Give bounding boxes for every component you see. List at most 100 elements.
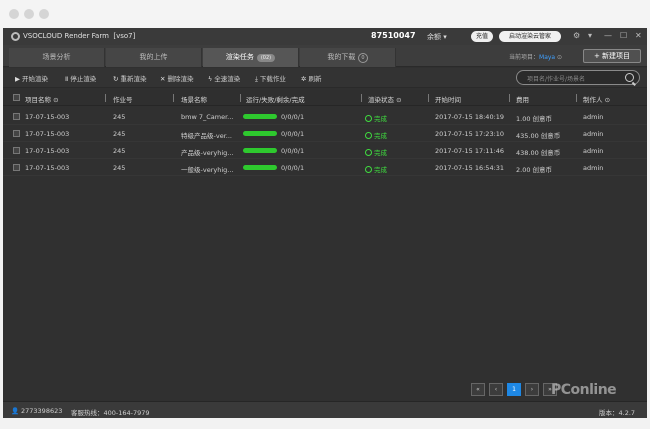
- cell-start: 2017-07-15 17:23:10: [435, 130, 505, 138]
- launch-butler-button[interactable]: 启动渲染云管家: [499, 31, 561, 42]
- full-speed-button[interactable]: ϟ 全速渲染: [208, 73, 240, 83]
- col-status[interactable]: 渲染状态 ⊙: [368, 94, 402, 104]
- job-toolbar: ▶ 开始渲染 Ⅱ 停止渲染 ↻ 重新渲染 ✕ 删除渲染 ϟ 全速渲染 ⤓ 下载作业 ✲ 刷新 …: [3, 68, 647, 88]
- rerender-button[interactable]: ↻ 重新渲染: [113, 73, 146, 83]
- page-1-button[interactable]: 1: [507, 383, 521, 396]
- cell-owner: admin: [583, 164, 604, 172]
- cell-start: 2017-07-15 16:54:31: [435, 164, 505, 172]
- col-start-time: 开始时间: [435, 96, 461, 104]
- chevron-down-icon: ⊙: [557, 54, 563, 61]
- next-page-button[interactable]: ›: [525, 383, 539, 396]
- cell-status: 完成: [365, 147, 387, 157]
- cell-job: 245: [113, 130, 126, 138]
- search-icon[interactable]: [625, 73, 634, 82]
- row-checkbox[interactable]: [13, 130, 20, 137]
- tab-scene-analysis[interactable]: 场景分析: [9, 48, 105, 67]
- cell-cost: 435.00 创意币: [516, 132, 561, 140]
- select-all-checkbox[interactable]: [13, 94, 20, 101]
- progress-bar: [243, 114, 277, 119]
- cell-counts: 0/0/0/1: [281, 130, 305, 138]
- tab-my-downloads[interactable]: 我的下载 0: [300, 48, 396, 67]
- delete-render-button[interactable]: ✕ 删除渲染: [160, 73, 193, 83]
- cell-scene: 特级产品级-ver...: [181, 132, 232, 140]
- row-checkbox[interactable]: [13, 164, 20, 171]
- play-icon: ▶: [15, 75, 20, 83]
- sort-icon[interactable]: ⊙: [53, 96, 58, 104]
- table-row[interactable]: 17-07-15-003 245 产品级-veryhig... 0/0/0/1 …: [3, 142, 647, 159]
- cell-start: 2017-07-15 17:11:46: [435, 147, 505, 155]
- render-farm-app: VSOCLOUD Render Farm [vso7] 87510047 余额 …: [3, 28, 647, 418]
- recharge-button[interactable]: 充值: [471, 31, 493, 42]
- check-icon: [365, 132, 372, 139]
- cell-status: 完成: [365, 130, 387, 140]
- stop-render-button[interactable]: Ⅱ 停止渲染: [65, 73, 96, 83]
- new-project-button[interactable]: + 新建项目: [583, 49, 641, 63]
- cell-counts: 0/0/0/1: [281, 113, 305, 121]
- table-row[interactable]: 17-07-15-003 245 一般级-veryhig... 0/0/0/1 …: [3, 159, 647, 176]
- project-selector[interactable]: 当前项目：Maya ⊙: [509, 52, 562, 61]
- col-cost: 费用: [516, 96, 529, 104]
- pause-icon: Ⅱ: [65, 75, 69, 83]
- check-icon: [365, 149, 372, 156]
- cell-cost: 2.00 创意币: [516, 166, 553, 174]
- table-row[interactable]: 17-07-15-003 245 特级产品级-ver... 0/0/0/1 完成…: [3, 125, 647, 142]
- flash-icon: ϟ: [208, 75, 213, 83]
- user-icon: 👤: [11, 407, 20, 415]
- cell-cost: 438.00 创意币: [516, 149, 561, 157]
- col-job: 作业号: [113, 96, 133, 104]
- cell-job: 245: [113, 113, 126, 121]
- watermark: PConline: [551, 382, 617, 398]
- window-chrome: [0, 0, 650, 28]
- render-jobs-count: (02): [256, 54, 276, 62]
- minimize-icon[interactable]: —: [604, 31, 612, 40]
- dropdown-icon[interactable]: ▾: [588, 31, 592, 40]
- version-label: 版本：4.2.7: [599, 409, 636, 417]
- download-job-button[interactable]: ⤓ 下载作业: [255, 73, 286, 84]
- tab-my-uploads[interactable]: 我的上传: [106, 48, 202, 67]
- app-title: VSOCLOUD Render Farm [vso7]: [23, 32, 136, 40]
- logo-icon: [11, 32, 20, 41]
- cell-project: 17-07-15-003: [25, 147, 70, 155]
- sync-icon: ✲: [301, 75, 307, 83]
- maximize-window-icon[interactable]: [39, 9, 49, 19]
- start-render-button[interactable]: ▶ 开始渲染: [15, 73, 48, 83]
- service-hotline: 客服热线：400-164-7979: [71, 409, 150, 417]
- account-id[interactable]: 87510047: [371, 31, 416, 40]
- table-header: 项目名称 ⊙ 作业号 场景名称 运行/失败/剩余/完成 渲染状态 ⊙ 开始时间 …: [3, 90, 647, 106]
- cell-scene: bmw 7_Camer...: [181, 113, 234, 121]
- close-window-icon[interactable]: [9, 9, 19, 19]
- cell-project: 17-07-15-003: [25, 130, 70, 138]
- balance-menu[interactable]: 余额 ▾: [427, 32, 447, 42]
- refresh-button[interactable]: ✲ 刷新: [301, 73, 321, 83]
- close-icon[interactable]: ✕: [635, 31, 642, 40]
- maximize-icon[interactable]: ☐: [620, 31, 627, 40]
- progress-bar: [243, 148, 277, 153]
- cell-owner: admin: [583, 113, 604, 121]
- tab-render-jobs[interactable]: 渲染任务 (02): [203, 48, 299, 67]
- delete-icon: ✕: [160, 75, 166, 83]
- row-checkbox[interactable]: [13, 147, 20, 154]
- progress-bar: [243, 165, 277, 170]
- main-tabs: 场景分析 我的上传 渲染任务 (02) 我的下载 0 当前项目：Maya ⊙ + 新…: [3, 45, 647, 67]
- col-project[interactable]: 项目名称 ⊙: [25, 94, 59, 104]
- qq-number: 2773398623: [21, 407, 63, 415]
- refresh-icon: ↻: [113, 75, 119, 83]
- row-checkbox[interactable]: [13, 113, 20, 120]
- title-bar: VSOCLOUD Render Farm [vso7] 87510047 余额 …: [3, 28, 647, 45]
- minimize-window-icon[interactable]: [24, 9, 34, 19]
- progress-bar: [243, 131, 277, 136]
- table-row[interactable]: 17-07-15-003 245 bmw 7_Camer... 0/0/0/1 …: [3, 108, 647, 125]
- filter-icon[interactable]: ⊙: [396, 96, 401, 104]
- cell-counts: 0/0/0/1: [281, 147, 305, 155]
- search-input[interactable]: 项目名/作业号/场景名: [527, 74, 585, 83]
- settings-icon[interactable]: ⚙: [573, 31, 580, 40]
- col-counts: 运行/失败/剩余/完成: [246, 96, 305, 104]
- cell-job: 245: [113, 164, 126, 172]
- window-bottom: [0, 418, 650, 429]
- prev-page-button[interactable]: ‹: [489, 383, 503, 396]
- search-box[interactable]: 项目名/作业号/场景名: [516, 70, 640, 85]
- first-page-button[interactable]: «: [471, 383, 485, 396]
- sort-owner-icon[interactable]: ⊙: [605, 96, 610, 104]
- col-owner[interactable]: 制作人 ⊙: [583, 94, 610, 104]
- cell-status: 完成: [365, 164, 387, 174]
